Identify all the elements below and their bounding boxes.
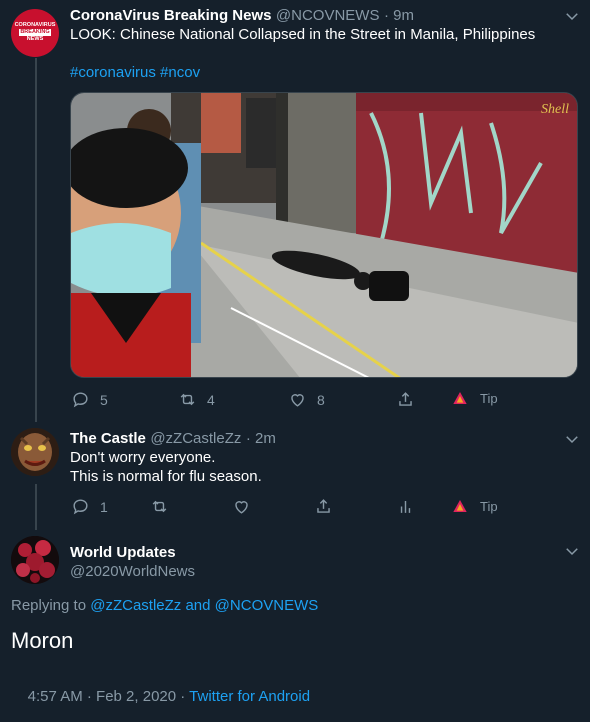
tweet-timestamp[interactable]: 4:57 AM · Feb 2, 2020 ·	[28, 688, 189, 705]
reply-count: 5	[100, 391, 108, 408]
chevron-down-icon[interactable]	[563, 430, 581, 448]
tweet-time[interactable]: · 9m	[384, 7, 414, 24]
author-name[interactable]: The Castle	[70, 430, 146, 447]
tip-icon	[453, 392, 467, 404]
chevron-down-icon[interactable]	[563, 7, 581, 25]
retweet-icon	[152, 500, 167, 513]
reply-icon	[73, 392, 88, 408]
avatar-image	[11, 536, 59, 584]
avatar[interactable]	[11, 428, 59, 476]
replying-user-link[interactable]: @zZCastleZz	[90, 597, 181, 614]
tweet-text: LOOK: Chinese National Collapsed in the …	[70, 26, 536, 43]
tweet-text-line1: Don't worry everyone.	[70, 449, 216, 466]
reply-button[interactable]: 1	[71, 497, 108, 516]
retweet-button[interactable]: 4	[178, 390, 215, 409]
author-name[interactable]: World Updates	[70, 544, 176, 561]
share-button[interactable]	[314, 497, 333, 516]
share-icon	[399, 392, 412, 406]
analytics-button[interactable]	[396, 497, 415, 516]
avatar[interactable]: CORONAVIRUS BREAKING NEWS	[11, 9, 59, 57]
reply-button[interactable]: 5	[71, 390, 108, 409]
author-handle[interactable]: @NCOVNEWS	[276, 7, 380, 24]
share-icon	[317, 499, 330, 513]
tip-icon	[453, 500, 467, 512]
author-handle[interactable]: @zZCastleZz	[150, 430, 241, 447]
retweet-icon	[180, 393, 195, 406]
retweet-count: 4	[207, 391, 215, 408]
like-icon	[235, 501, 248, 514]
like-button[interactable]	[232, 497, 251, 516]
replying-and: and	[185, 597, 211, 614]
tip-button[interactable]: Tip	[452, 498, 498, 514]
avatar-image	[11, 428, 59, 476]
graffiti-text: Shell	[541, 102, 569, 117]
hashtags[interactable]: #coronavirus #ncov	[70, 63, 200, 83]
chevron-down-icon[interactable]	[563, 542, 581, 560]
tweet-text-line2: This is normal for flu season.	[70, 468, 262, 485]
retweet-button[interactable]	[150, 497, 169, 516]
author-name[interactable]: CoronaVirus Breaking News	[70, 7, 271, 24]
replying-to: Replying to @zZCastleZz and @NCOVNEWS	[11, 597, 318, 614]
analytics-icon	[400, 500, 411, 513]
tip-label: Tip	[480, 498, 498, 514]
reply-count: 1	[100, 498, 108, 515]
author-handle[interactable]: @2020WorldNews	[70, 563, 195, 580]
share-button[interactable]	[396, 390, 415, 409]
like-button[interactable]: 8	[288, 390, 325, 409]
avatar[interactable]	[11, 536, 59, 584]
thread-line	[35, 58, 37, 422]
tweet-text: Moron	[11, 628, 74, 653]
tweet-source-link[interactable]: Twitter for Android	[189, 688, 310, 705]
replying-prefix: Replying to	[11, 597, 87, 614]
tweet-time[interactable]: · 2m	[246, 430, 276, 447]
tip-button[interactable]: Tip	[452, 390, 498, 406]
reply-icon	[73, 499, 88, 515]
tweet-photo[interactable]: Shell	[70, 92, 578, 378]
thread-line	[35, 484, 37, 530]
tip-label: Tip	[480, 390, 498, 406]
street-scene: Shell	[71, 93, 577, 377]
avatar-logo: CORONAVIRUS BREAKING NEWS	[14, 22, 56, 42]
like-count: 8	[317, 391, 325, 408]
like-icon	[291, 394, 304, 407]
replying-user-link[interactable]: @NCOVNEWS	[215, 597, 319, 614]
